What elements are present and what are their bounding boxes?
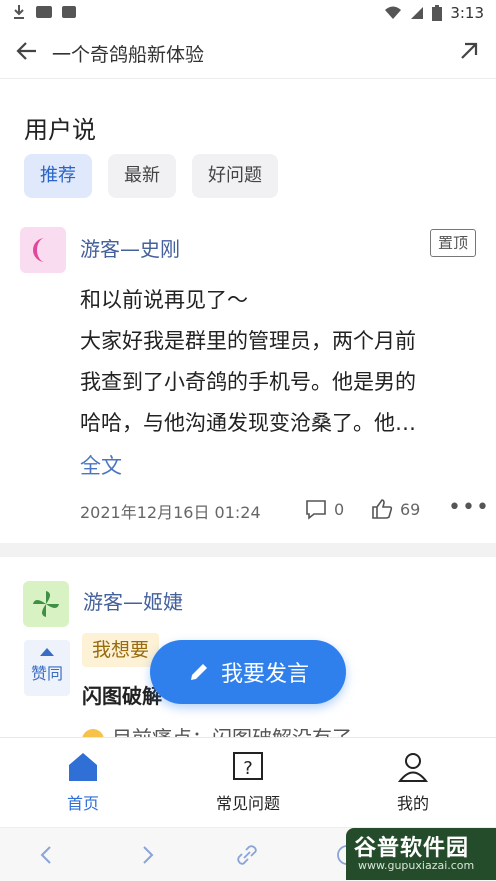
avatar[interactable] xyxy=(23,581,69,627)
moon-icon xyxy=(33,238,45,262)
signal-icon xyxy=(411,7,424,19)
post-date: 2021年12月16日 01:24 xyxy=(80,503,261,522)
post-message-label: 我要发言 xyxy=(220,662,309,687)
tab-faq-label: 常见问题 xyxy=(215,794,280,813)
post-text-line: 我查到了小奇鸽的手机号。他是男的 xyxy=(80,370,416,394)
post-body[interactable]: 和以前说再见了～ 大家好我是群里的管理员，两个月前 我查到了小奇鸽的手机号。他是… xyxy=(80,280,480,444)
pinwheel-icon xyxy=(33,591,59,617)
post-text-line: 和以前说再见了～ xyxy=(80,288,248,312)
more-options-icon[interactable]: ••• xyxy=(448,495,490,520)
upvote-label: 赞同 xyxy=(30,664,63,683)
open-external-icon[interactable] xyxy=(456,38,482,64)
back-arrow-icon[interactable] xyxy=(14,38,40,64)
filter-chip-good-questions[interactable]: 好问题 xyxy=(192,154,278,198)
download-icon xyxy=(14,5,24,19)
svg-text:?: ? xyxy=(243,758,253,779)
user-icon xyxy=(397,753,429,782)
tab-profile-label: 我的 xyxy=(396,794,429,813)
post-text-line: 哈哈，与他沟通发现变沧桑了。他… xyxy=(80,411,416,435)
tab-home-label: 首页 xyxy=(66,794,99,813)
post-username[interactable]: 游客—史刚 xyxy=(80,233,180,262)
battery-icon xyxy=(432,5,443,21)
post-username[interactable]: 游客—姬婕 xyxy=(83,586,183,615)
post-meta: 2021年12月16日 01:24 0 69 ••• xyxy=(80,495,489,523)
watermark-main: 谷普软件园 xyxy=(354,836,470,861)
avatar[interactable] xyxy=(20,227,66,273)
chevron-right-icon[interactable] xyxy=(134,842,160,868)
notification-icon xyxy=(62,6,76,18)
tab-home[interactable]: 首页 xyxy=(23,750,143,814)
comment-icon xyxy=(306,500,326,520)
comment-button[interactable]: 0 xyxy=(304,497,344,521)
link-icon[interactable] xyxy=(234,842,260,868)
status-bar: 3:13 xyxy=(0,0,496,26)
upvote-button[interactable]: 赞同 xyxy=(24,640,70,696)
like-count: 69 xyxy=(400,499,421,519)
like-button[interactable]: 69 xyxy=(370,497,420,521)
filter-chip-latest[interactable]: 最新 xyxy=(108,154,176,198)
bottom-tab-bar: 首页 ? 常见问题 我的 xyxy=(0,737,496,828)
upvote-arrow-icon xyxy=(40,648,54,656)
watermark-url: www.gupuxiazai.com xyxy=(358,859,475,872)
page-title: 一个奇鸽船新体验 xyxy=(52,44,205,66)
notification-icon xyxy=(36,6,52,18)
filter-chips: 推荐 最新 好问题 xyxy=(24,154,278,198)
question-icon: ? xyxy=(233,752,263,780)
pinned-badge: 置顶 xyxy=(430,229,476,257)
post-title[interactable]: 闪图破解 xyxy=(82,680,162,709)
comment-count: 0 xyxy=(334,499,345,519)
pencil-icon xyxy=(190,664,207,680)
wifi-icon xyxy=(385,6,402,19)
filter-chip-recommend[interactable]: 推荐 xyxy=(24,154,92,198)
thumbs-up-icon xyxy=(372,499,393,519)
watermark-logo: 谷普软件园 www.gupuxiazai.com xyxy=(346,828,496,880)
tab-profile[interactable]: 我的 xyxy=(353,750,473,814)
home-icon xyxy=(69,753,97,781)
status-time: 3:13 xyxy=(450,4,484,22)
post-text-line: 大家好我是群里的管理员，两个月前 xyxy=(80,329,416,353)
post-tag: 我想要 xyxy=(82,633,160,667)
tab-faq[interactable]: ? 常见问题 xyxy=(188,750,308,814)
post-message-button[interactable]: 我要发言 xyxy=(150,640,346,704)
read-full-link[interactable]: 全文 xyxy=(80,450,122,480)
post-divider xyxy=(0,543,496,557)
top-bar: 一个奇鸽船新体验 xyxy=(0,26,496,79)
section-title: 用户说 xyxy=(24,116,96,144)
chevron-left-icon[interactable] xyxy=(34,842,60,868)
